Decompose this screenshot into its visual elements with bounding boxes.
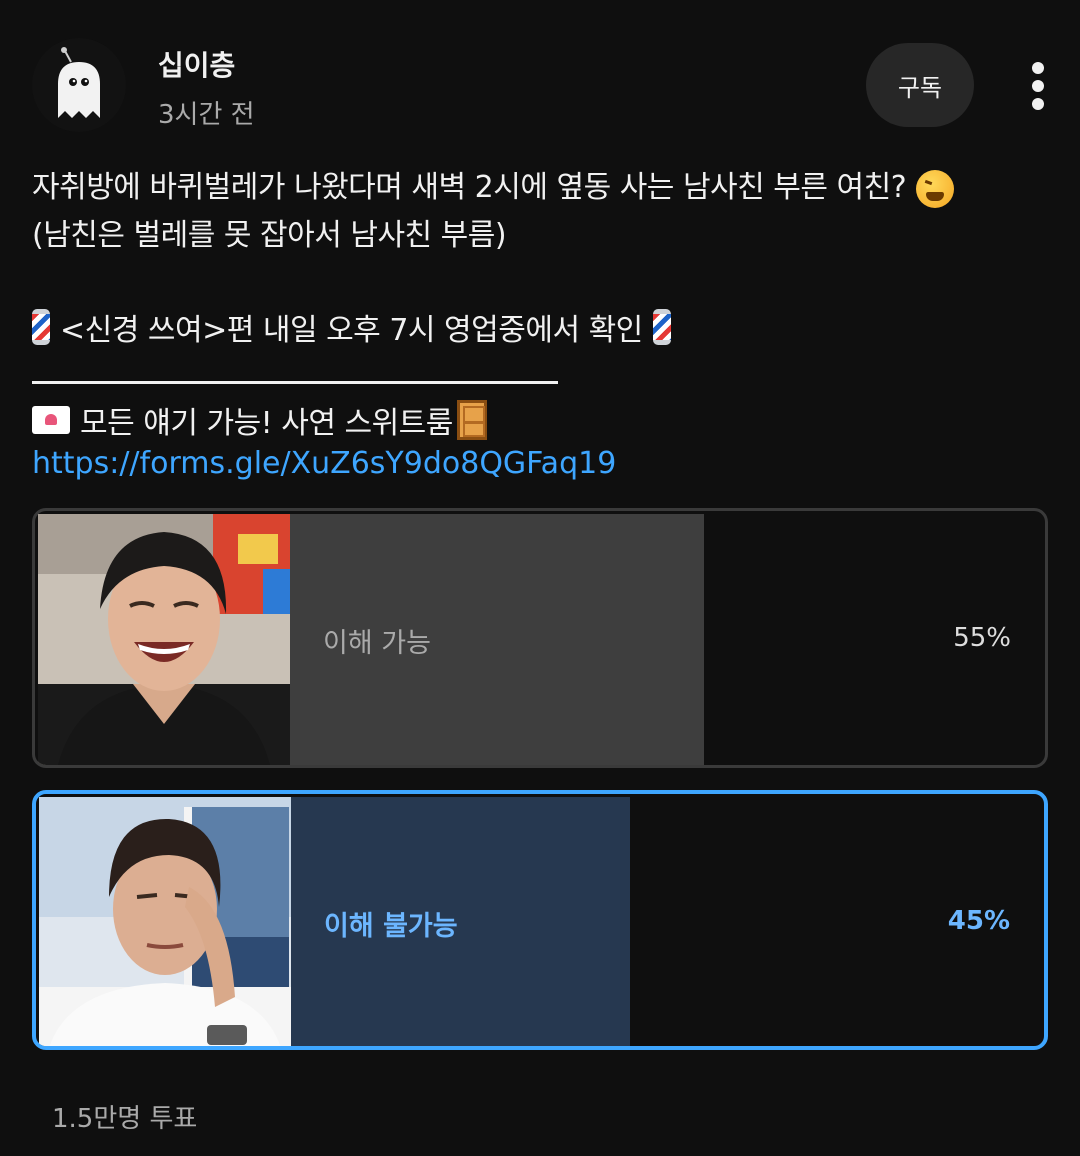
- option-percent: 55%: [953, 623, 1011, 653]
- door-emoji-icon: [456, 400, 487, 440]
- poll-option-selected[interactable]: 이해 불가능 45%: [32, 790, 1048, 1050]
- option-thumbnail: [38, 514, 290, 765]
- post-text-line: (남친은 벌레를 못 잡아서 남사친 부름): [32, 218, 507, 253]
- poll-option[interactable]: 이해 가능 55%: [32, 508, 1048, 768]
- barber-pole-emoji-icon: [652, 309, 671, 345]
- option-thumbnail: [39, 797, 291, 1046]
- post-text-line: 모든 얘기 가능! 사연 스위트룸: [32, 398, 487, 442]
- tired-face-emoji-icon: [916, 169, 955, 208]
- post-text: 자취방에 바퀴벌레가 나왔다며 새벽 2시에 옆동 사는 남사친 부른 여친?: [32, 170, 907, 205]
- subscribe-button[interactable]: 구독: [866, 43, 974, 127]
- option-percent: 45%: [947, 906, 1010, 936]
- ghost-avatar-icon[interactable]: [32, 38, 126, 132]
- barber-pole-emoji-icon: [32, 309, 50, 345]
- divider: [32, 381, 558, 384]
- post-text: <신경 쓰여>편 내일 오후 7시 영업중에서 확인: [60, 313, 643, 348]
- post-text: 모든 얘기 가능! 사연 스위트룸: [80, 406, 453, 441]
- post-text-line: 자취방에 바퀴벌레가 나왔다며 새벽 2시에 옆동 사는 남사친 부른 여친?: [32, 162, 955, 208]
- option-label: 이해 불가능: [324, 911, 458, 942]
- post-text-line: <신경 쓰여>편 내일 오후 7시 영업중에서 확인: [32, 305, 671, 349]
- post-time: 3시간 전: [158, 100, 255, 130]
- vote-count: 1.5만명 투표: [52, 1104, 198, 1134]
- option-label: 이해 가능: [323, 628, 431, 659]
- love-letter-emoji-icon: [32, 406, 70, 434]
- more-vertical-icon[interactable]: [1022, 60, 1054, 112]
- channel-name[interactable]: 십이층: [158, 44, 235, 84]
- form-link[interactable]: https://forms.gle/XuZ6sY9do8QGFaq19: [32, 446, 616, 481]
- post-header: 십이층 3시간 전 구독: [0, 0, 1080, 140]
